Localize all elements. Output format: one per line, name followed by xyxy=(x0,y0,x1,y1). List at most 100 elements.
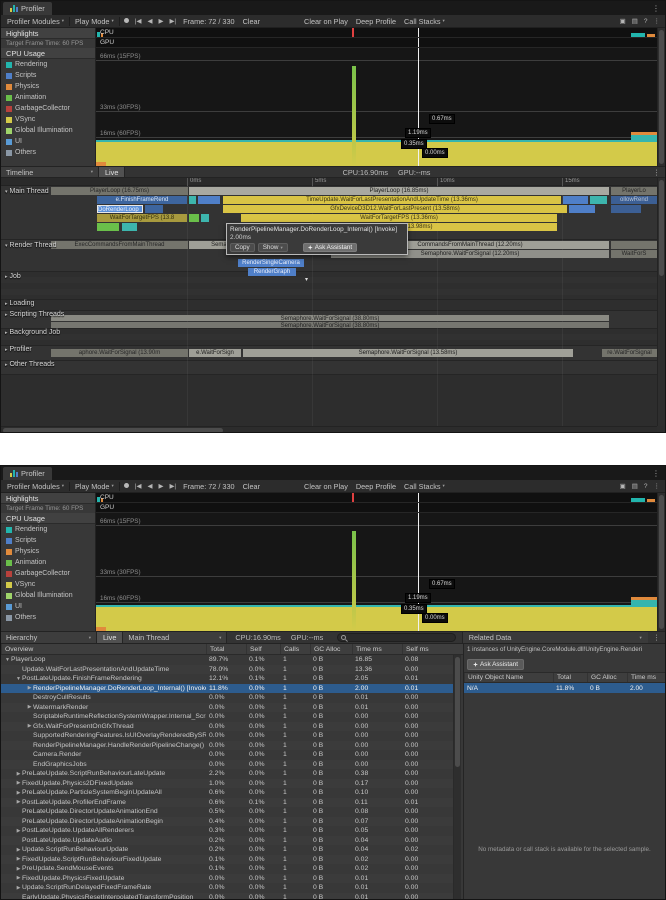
hierarchy-row[interactable]: ▶ WatermarkRender 0.0% 0.0% 1 0 B 0.01 0.… xyxy=(1,702,455,712)
legend-item[interactable]: VSync xyxy=(1,114,95,125)
first-frame-button[interactable]: |◀ xyxy=(132,482,145,490)
timeline-vertical-scrollbar[interactable] xyxy=(657,178,665,426)
deep-profile-toggle[interactable]: Deep Profile xyxy=(352,15,400,27)
row-foldout-icon[interactable]: ▶ xyxy=(15,780,22,786)
related-row[interactable]: N/A 11.8% 0 B 2.00 xyxy=(464,683,665,693)
hierarchy-row[interactable]: ▶ PreUpdate.SendMouseEvents 0.1% 0.0% 1 0… xyxy=(1,864,455,874)
time-ruler[interactable]: 0ms 5ms 10ms 15ms xyxy=(1,178,665,186)
thread-foldout-icon[interactable]: ▸ xyxy=(5,362,8,368)
row-foldout-icon[interactable]: ▶ xyxy=(15,885,22,891)
legend-item[interactable]: Rendering xyxy=(1,59,95,70)
call-stacks-dropdown[interactable]: Call Stacks ▾ xyxy=(400,480,449,492)
window-menu-icon[interactable]: ⋮ xyxy=(647,469,665,480)
cpu-highlight-strip[interactable]: CPU xyxy=(96,493,665,503)
ask-assistant-button[interactable]: Ask Assistant xyxy=(467,659,525,670)
column-header[interactable]: GC Alloc xyxy=(310,644,352,654)
cpu-usage-chart[interactable]: 66ms (15FPS) 33ms (30FPS) 16ms (60FPS) 0… xyxy=(96,48,665,166)
legend-item[interactable]: VSync xyxy=(1,579,95,590)
legend-item[interactable]: Physics xyxy=(1,546,95,557)
legend-item[interactable]: Scripts xyxy=(1,70,95,81)
row-foldout-icon[interactable]: ▶ xyxy=(15,866,22,872)
column-header[interactable]: Time ms xyxy=(627,673,665,682)
hierarchy-row[interactable]: Update.WaitForLastPresentationAndUpdateT… xyxy=(1,664,455,674)
legend-item[interactable]: GarbageCollector xyxy=(1,568,95,579)
hierarchy-row[interactable]: SupportedRenderingFeatures.IsUIOverlayRe… xyxy=(1,731,455,741)
next-frame-button[interactable]: ▶ xyxy=(155,482,166,490)
thread-foldout-icon[interactable]: ▾ xyxy=(5,243,8,249)
row-foldout-icon[interactable]: ▶ xyxy=(26,685,33,691)
row-foldout-icon[interactable]: ▶ xyxy=(15,856,22,862)
related-table-header[interactable]: Unity Object Name Total GC Alloc Time ms xyxy=(464,672,665,683)
prev-frame-button[interactable]: ◀ xyxy=(144,482,155,490)
row-foldout-icon[interactable]: ▶ xyxy=(15,799,22,805)
column-header[interactable]: Self xyxy=(246,644,280,654)
row-foldout-icon[interactable]: ▶ xyxy=(15,875,22,881)
hierarchy-row[interactable]: EndGraphicsJobs 0.0% 0.0% 1 0 B 0.00 0.0… xyxy=(1,759,455,769)
legend-item[interactable]: Others xyxy=(1,612,95,623)
row-foldout-icon[interactable]: ▶ xyxy=(15,771,22,777)
expand-marker-icon[interactable]: ▾ xyxy=(305,276,308,283)
hierarchy-row[interactable]: ▼ PlayerLoop 89.7% 0.1% 1 0 B 16.85 0.08 xyxy=(1,655,455,665)
cpu-highlight-strip[interactable]: CPU xyxy=(96,28,665,38)
row-foldout-icon[interactable]: ▶ xyxy=(15,828,22,834)
timeline-horizontal-scrollbar[interactable] xyxy=(1,426,657,432)
hierarchy-row[interactable]: ▶ PostLateUpdate.ProfilerEndFrame 0.6% 0.… xyxy=(1,797,455,807)
gpu-highlight-strip[interactable]: GPU xyxy=(96,503,665,513)
live-toggle[interactable]: Live xyxy=(97,632,124,643)
clear-on-play-toggle[interactable]: Clear on Play xyxy=(300,15,352,27)
row-foldout-icon[interactable]: ▼ xyxy=(4,657,11,663)
hierarchy-row[interactable]: ▶ FixedUpdate.PhysicsFixedUpdate 0.0% 0.0… xyxy=(1,873,455,883)
profiler-modules-dropdown[interactable]: Profiler Modules ▾ xyxy=(3,480,68,492)
last-frame-button[interactable]: ▶| xyxy=(166,17,179,25)
deep-profile-toggle[interactable]: Deep Profile xyxy=(352,480,400,492)
hierarchy-row[interactable]: ▶ PreLateUpdate.ScriptRunBehaviourLateUpd… xyxy=(1,769,455,779)
hierarchy-row[interactable]: ▶ Update.ScriptRunBehaviourUpdate 0.2% 0.… xyxy=(1,845,455,855)
play-mode-dropdown[interactable]: Play Mode ▾ xyxy=(71,480,118,492)
legend-item[interactable]: Others xyxy=(1,147,95,158)
thread-dropdown[interactable]: Main Thread ▾ xyxy=(123,632,228,643)
timeline-view-dropdown[interactable]: Timeline ▾ xyxy=(1,167,99,177)
cpu-usage-module-header[interactable]: CPU Usage xyxy=(1,513,95,524)
layout-grid-icon[interactable]: ▣ xyxy=(617,482,629,490)
hierarchy-row[interactable]: DestroyCullResults 0.0% 0.0% 1 0 B 0.01 … xyxy=(1,693,455,703)
record-button[interactable] xyxy=(121,17,132,25)
column-header[interactable]: Total xyxy=(206,644,246,654)
next-frame-button[interactable]: ▶ xyxy=(155,17,166,25)
layout-grid-icon[interactable]: ▣ xyxy=(617,17,629,25)
layout-list-icon[interactable]: ▤ xyxy=(629,17,641,25)
clear-on-play-toggle[interactable]: Clear on Play xyxy=(300,480,352,492)
hierarchy-row[interactable]: PreLateUpdate.DirectorUpdateAnimationBeg… xyxy=(1,816,455,826)
column-header[interactable]: Unity Object Name xyxy=(464,673,553,682)
hierarchy-row[interactable]: PreLateUpdate.DirectorUpdateAnimationEnd… xyxy=(1,807,455,817)
prev-frame-button[interactable]: ◀ xyxy=(144,17,155,25)
gpu-highlight-strip[interactable]: GPU xyxy=(96,38,665,48)
window-menu-icon[interactable]: ⋮ xyxy=(647,4,665,15)
hierarchy-row[interactable]: ▶ RenderPipelineManager.DoRenderLoop_Inte… xyxy=(1,683,455,693)
row-foldout-icon[interactable]: ▶ xyxy=(26,723,33,729)
thread-label[interactable]: ▾ Main Thread xyxy=(5,188,49,195)
column-header[interactable]: Overview xyxy=(1,644,206,654)
legend-item[interactable]: Global Illumination xyxy=(1,125,95,136)
modules-scrollbar[interactable] xyxy=(657,28,665,166)
highlights-module-header[interactable]: Highlights xyxy=(1,28,95,39)
live-toggle[interactable]: Live xyxy=(99,167,126,177)
modules-scrollbar[interactable] xyxy=(657,493,665,631)
hierarchy-view-dropdown[interactable]: Hierarchy ▾ xyxy=(1,632,97,643)
thread-label[interactable]: ▸ Other Threads xyxy=(5,361,55,368)
timeline-menu-icon[interactable]: ⋮ xyxy=(648,168,665,177)
help-icon[interactable]: ? xyxy=(641,18,651,25)
thread-foldout-icon[interactable]: ▸ xyxy=(5,274,8,280)
highlights-module-header[interactable]: Highlights xyxy=(1,493,95,504)
hierarchy-row[interactable]: EarlyUpdate.PhysicsResetInterpolatedTran… xyxy=(1,892,455,899)
toolbar-menu-icon[interactable]: ⋮ xyxy=(651,17,664,25)
row-foldout-icon[interactable]: ▶ xyxy=(26,704,33,710)
legend-item[interactable]: UI xyxy=(1,601,95,612)
related-data-menu-icon[interactable]: ⋮ xyxy=(648,633,665,642)
toolbar-menu-icon[interactable]: ⋮ xyxy=(651,482,664,490)
row-foldout-icon[interactable]: ▼ xyxy=(15,676,22,682)
show-dropdown-button[interactable]: Show ▾ xyxy=(257,243,288,252)
legend-item[interactable]: GarbageCollector xyxy=(1,103,95,114)
related-data-dropdown[interactable]: Related Data ▾ xyxy=(461,632,648,643)
hierarchy-table-header[interactable]: Overview Total Self Calls GC Alloc Time ms Sel… xyxy=(1,644,463,655)
copy-button[interactable]: Copy xyxy=(230,243,255,252)
